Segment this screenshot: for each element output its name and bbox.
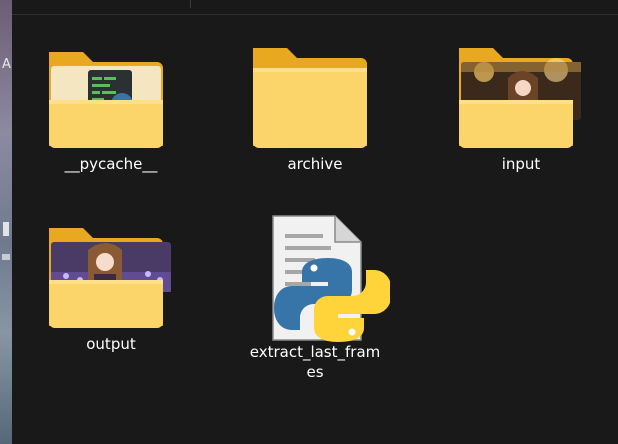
screen: A __pycache__ archive input output extra… [0,0,618,444]
folder-label: archive [287,155,343,173]
desktop-wallpaper-edge: A [0,0,12,444]
folder-item-output[interactable]: output [36,224,186,354]
folder-item-input[interactable]: input [446,44,596,174]
header-divider [12,0,618,15]
file-explorer-content: __pycache__ archive input output extract… [12,0,618,444]
folder-icon [253,48,367,148]
folder-label: input [501,155,541,173]
column-divider [190,0,191,8]
file-label: extract_last_frames [249,343,381,381]
desktop-icon-label-fragment: A [2,57,11,72]
folder-python-thumbnail-icon [49,52,163,148]
python-file-icon [272,215,390,342]
folder-item-archive[interactable]: archive [240,44,390,174]
folder-label: __pycache__ [64,155,158,173]
desktop-icon-fragment [2,254,10,260]
desktop-icon-fragment [3,222,9,236]
folder-item-pycache[interactable]: __pycache__ [36,44,186,174]
folder-image-thumbnail-icon [49,228,171,328]
folder-label: output [86,335,136,353]
file-item-extract-last-frames[interactable]: extract_last_frames [240,214,390,382]
folder-image-thumbnail-icon [459,48,581,148]
